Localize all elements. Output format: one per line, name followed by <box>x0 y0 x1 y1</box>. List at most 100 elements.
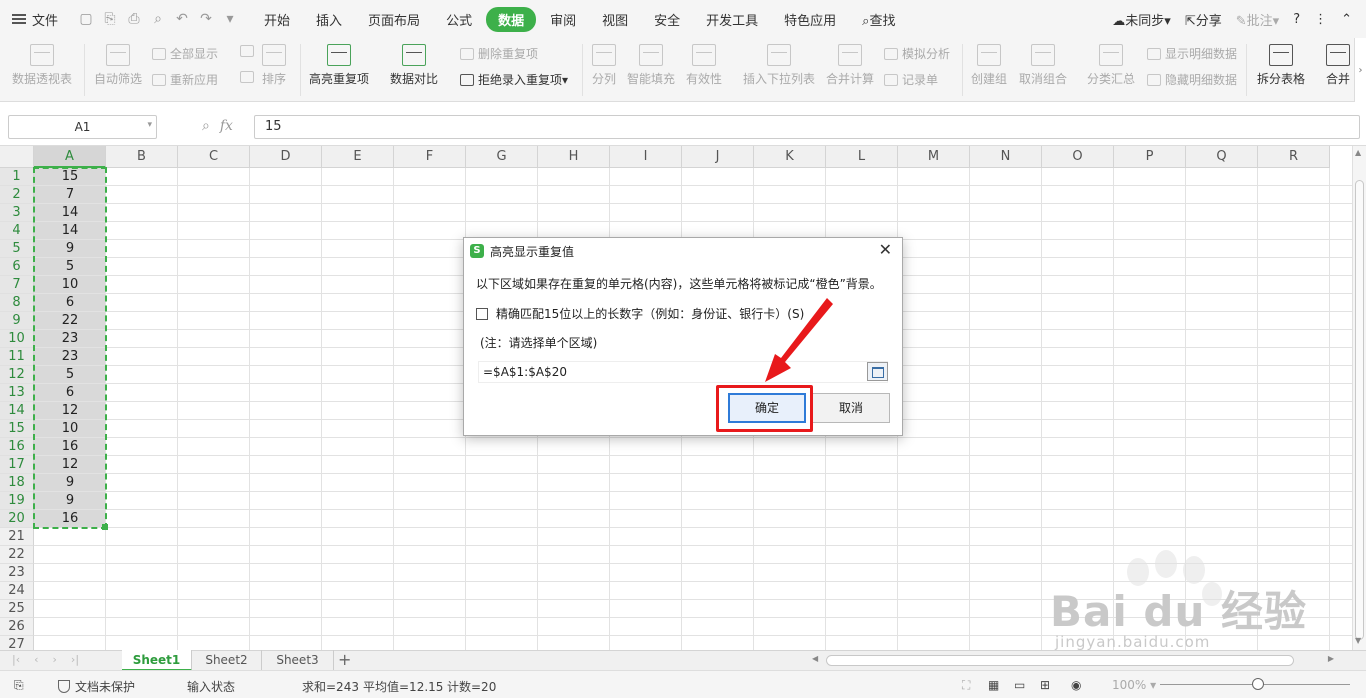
tab-formulas[interactable]: 公式 <box>434 7 484 32</box>
tab-insert[interactable]: 插入 <box>304 7 354 32</box>
fullscreen-icon[interactable]: ⛶ <box>962 678 970 693</box>
split-column-button[interactable]: 分列 <box>592 44 616 87</box>
tab-security[interactable]: 安全 <box>642 7 692 32</box>
vertical-scrollbar[interactable]: ▲ ▼ <box>1352 146 1366 650</box>
eye-protection-icon[interactable]: ◉ <box>1071 678 1081 692</box>
undo-icon[interactable]: ↶ <box>174 11 190 27</box>
tab-review[interactable]: 审阅 <box>538 7 588 32</box>
row-header-18[interactable]: 18 <box>0 474 34 492</box>
close-icon[interactable]: ✕ <box>879 242 892 258</box>
column-header-o[interactable]: O <box>1042 146 1114 168</box>
first-sheet-icon[interactable]: |‹ <box>12 653 20 666</box>
zoom-icon[interactable]: ⌕ <box>202 118 210 134</box>
print-preview-icon[interactable]: ⌕ <box>150 11 166 27</box>
page-view-icon[interactable]: ▭ <box>1014 678 1025 692</box>
hide-detail-button[interactable]: 隐藏明细数据 <box>1147 71 1237 88</box>
data-compare-button[interactable]: 数据对比 <box>390 44 438 87</box>
row-header-13[interactable]: 13 <box>0 384 34 402</box>
row-header-16[interactable]: 16 <box>0 438 34 456</box>
macro-record-icon[interactable]: ⎘ <box>14 678 24 693</box>
row-header-12[interactable]: 12 <box>0 366 34 384</box>
column-header-e[interactable]: E <box>322 146 394 168</box>
column-header-j[interactable]: J <box>682 146 754 168</box>
column-header-d[interactable]: D <box>250 146 322 168</box>
row-header-6[interactable]: 6 <box>0 258 34 276</box>
add-sheet-button[interactable]: + <box>338 651 351 669</box>
subtotal-button[interactable]: 分类汇总 <box>1087 44 1135 87</box>
tab-page-layout[interactable]: 页面布局 <box>356 7 432 32</box>
range-picker-icon[interactable] <box>867 362 888 381</box>
select-all-corner[interactable] <box>0 146 34 168</box>
sheet-tab-sheet1[interactable]: Sheet1 <box>122 650 192 671</box>
document-protection-status[interactable]: 文档未保护 <box>58 678 135 695</box>
reapply-button[interactable]: 重新应用 <box>152 71 218 88</box>
normal-view-icon[interactable]: ▦ <box>988 678 999 692</box>
sort-asc-button[interactable] <box>240 45 258 57</box>
row-header-2[interactable]: 2 <box>0 186 34 204</box>
column-header-n[interactable]: N <box>970 146 1042 168</box>
sync-status[interactable]: ☁未同步▾ <box>1112 10 1171 29</box>
pivot-table-button[interactable]: 数据透视表 <box>12 44 72 87</box>
comment-button[interactable]: ✎批注▾ <box>1236 10 1279 29</box>
tab-home[interactable]: 开始 <box>252 7 302 32</box>
merge-calc-button[interactable]: 合并计算 <box>826 44 874 87</box>
simulate-analysis-button[interactable]: 模拟分析 <box>884 45 950 62</box>
save-icon[interactable]: ▢ <box>78 11 94 27</box>
row-header-21[interactable]: 21 <box>0 528 34 546</box>
column-header-g[interactable]: G <box>466 146 538 168</box>
column-header-q[interactable]: Q <box>1186 146 1258 168</box>
row-header-23[interactable]: 23 <box>0 564 34 582</box>
scroll-down-icon[interactable]: ▼ <box>1355 636 1361 645</box>
sheet-tab-sheet2[interactable]: Sheet2 <box>192 650 262 671</box>
column-header-f[interactable]: F <box>394 146 466 168</box>
column-header-k[interactable]: K <box>754 146 826 168</box>
column-header-a[interactable]: A <box>34 146 106 168</box>
sort-desc-button[interactable] <box>240 71 258 83</box>
ribbon-scroll-right-icon[interactable]: › <box>1354 38 1366 102</box>
split-table-button[interactable]: 拆分表格 <box>1257 44 1305 87</box>
row-header-25[interactable]: 25 <box>0 600 34 618</box>
checkbox-box[interactable] <box>476 307 488 320</box>
redo-icon[interactable]: ↷ <box>198 11 214 27</box>
autofilter-button[interactable]: 自动筛选 <box>94 44 142 87</box>
reject-duplicates-button[interactable]: 拒绝录入重复项 ▾ <box>460 71 568 88</box>
column-header-i[interactable]: I <box>610 146 682 168</box>
tab-view[interactable]: 视图 <box>590 7 640 32</box>
column-header-m[interactable]: M <box>898 146 970 168</box>
show-detail-button[interactable]: 显示明细数据 <box>1147 45 1237 62</box>
smart-fill-button[interactable]: 智能填充 <box>627 44 675 87</box>
row-header-26[interactable]: 26 <box>0 618 34 636</box>
row-header-3[interactable]: 3 <box>0 204 34 222</box>
print-icon[interactable]: ⎙ <box>126 11 142 27</box>
fill-handle[interactable] <box>102 524 108 530</box>
fx-icon[interactable]: fx <box>220 118 233 134</box>
tab-developer[interactable]: 开发工具 <box>694 7 770 32</box>
format-painter-icon[interactable]: ⎘ <box>102 11 118 27</box>
more-icon[interactable]: ⋮ <box>1314 12 1327 27</box>
row-header-5[interactable]: 5 <box>0 240 34 258</box>
column-header-r[interactable]: R <box>1258 146 1330 168</box>
row-header-7[interactable]: 7 <box>0 276 34 294</box>
help-button[interactable]: ? <box>1293 12 1300 27</box>
file-menu[interactable]: 文件 <box>0 0 70 38</box>
row-header-4[interactable]: 4 <box>0 222 34 240</box>
column-header-l[interactable]: L <box>826 146 898 168</box>
row-header-10[interactable]: 10 <box>0 330 34 348</box>
row-header-8[interactable]: 8 <box>0 294 34 312</box>
formula-input[interactable]: 15 <box>254 115 1360 139</box>
column-header-p[interactable]: P <box>1114 146 1186 168</box>
merge-button[interactable]: 合并 <box>1326 44 1350 87</box>
collapse-ribbon-icon[interactable]: ⌃ <box>1341 12 1352 27</box>
scroll-up-icon[interactable]: ▲ <box>1355 148 1361 157</box>
scroll-left-icon[interactable]: ◀ <box>812 654 818 663</box>
zoom-slider-handle[interactable] <box>1252 678 1264 690</box>
sort-button[interactable]: 排序 <box>262 44 286 87</box>
insert-dropdown-button[interactable]: 插入下拉列表 <box>743 44 815 87</box>
show-all-button[interactable]: 全部显示 <box>152 45 218 62</box>
column-header-c[interactable]: C <box>178 146 250 168</box>
row-header-27[interactable]: 27 <box>0 636 34 650</box>
ungroup-button[interactable]: 取消组合 <box>1019 44 1067 87</box>
chevron-down-icon[interactable]: ▾ <box>147 120 152 130</box>
row-header-22[interactable]: 22 <box>0 546 34 564</box>
tab-data[interactable]: 数据 <box>486 6 537 32</box>
